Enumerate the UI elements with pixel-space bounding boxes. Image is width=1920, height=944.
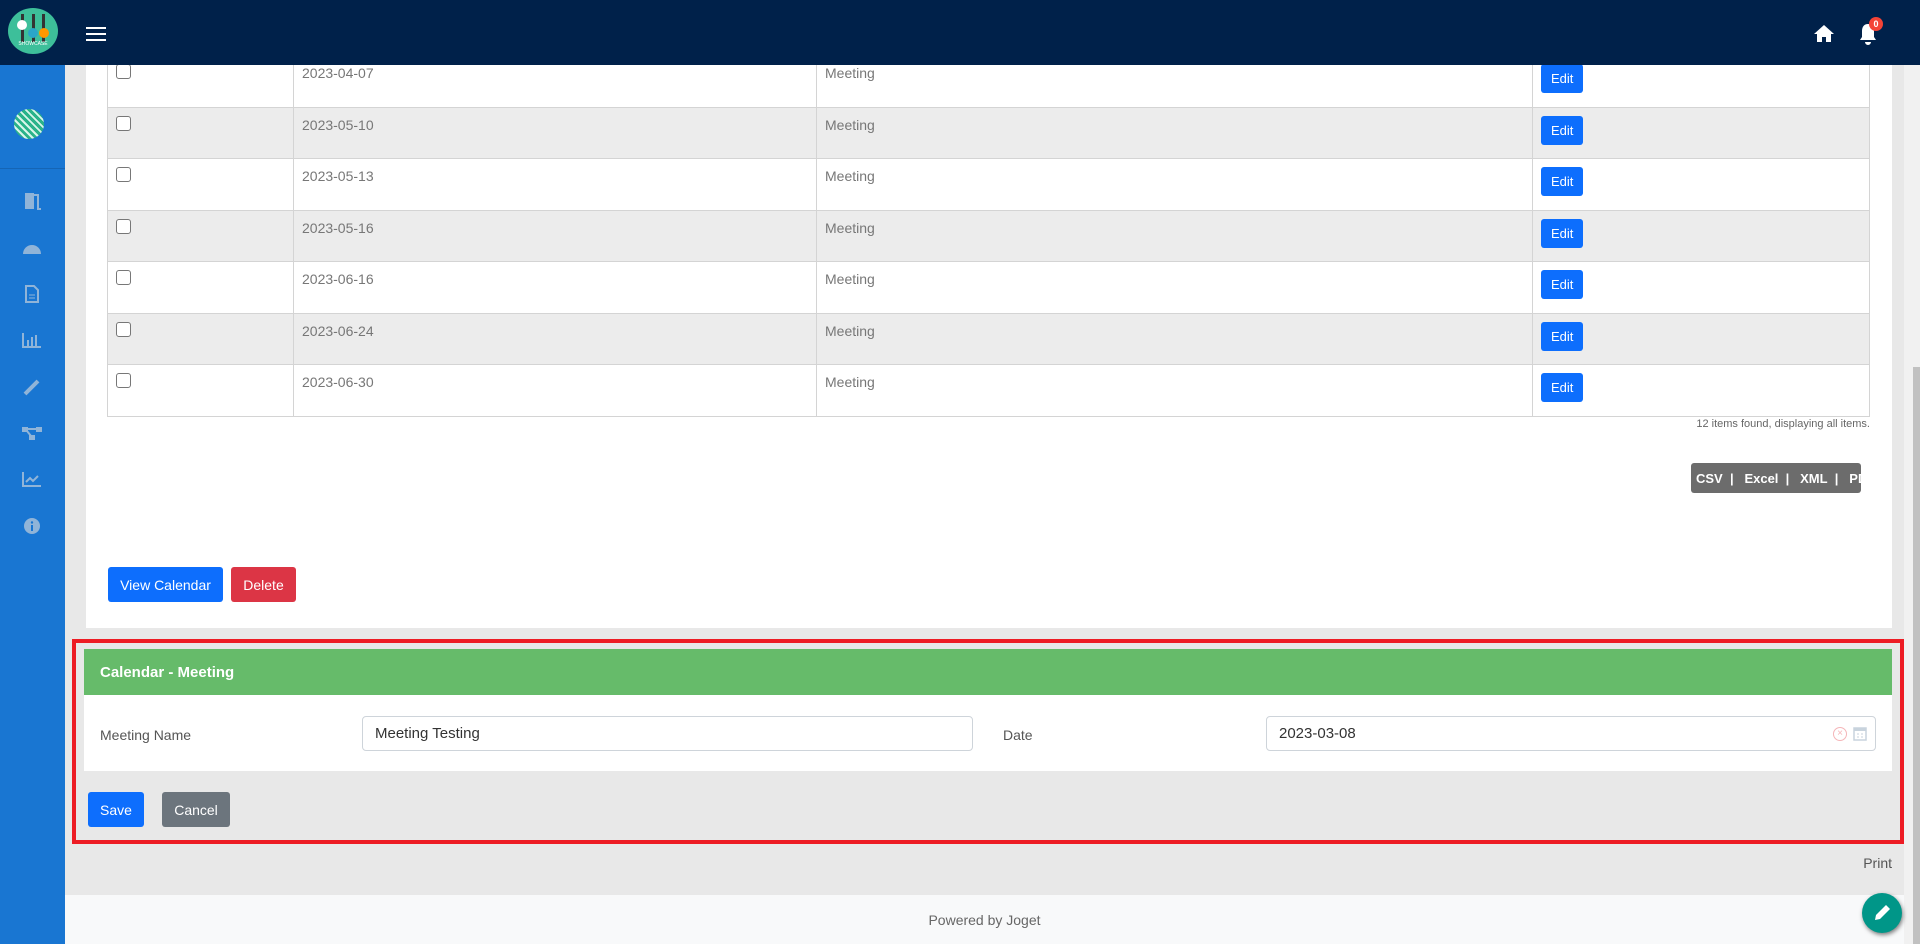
edit-button[interactable]: Edit [1541,373,1584,402]
print-link[interactable]: Print [1830,855,1892,871]
date-cell: 2023-05-13 [293,158,817,211]
hamburger-menu-icon[interactable] [86,27,106,41]
table-row: 2023-05-13 Meeting Edit [107,158,1870,211]
date-cell: 2023-06-24 [293,312,817,365]
delete-button[interactable]: Delete [231,567,296,602]
clear-date-icon[interactable]: × [1833,727,1847,741]
document-icon[interactable] [20,282,44,306]
edit-button[interactable]: Edit [1541,218,1584,248]
row-checkbox[interactable] [116,270,131,285]
info-icon[interactable] [20,514,44,538]
edit-button[interactable]: Edit [1541,270,1584,299]
notification-badge: 0 [1869,17,1883,31]
date-label: Date [1003,727,1033,743]
cancel-button[interactable]: Cancel [162,792,230,827]
scrollbar-thumb[interactable] [1913,367,1920,944]
export-bar: CSV | Excel | XML | PDF [1691,463,1875,493]
footer: Powered by Joget [65,895,1904,944]
pencil-icon [1875,905,1890,920]
form-header: Calendar - Meeting [84,649,1892,695]
calendar-icon[interactable] [1853,725,1867,741]
meeting-table: 2023-04-07 Meeting Edit 2023-05-10 Meeti… [107,55,1870,417]
table-row: 2023-06-16 Meeting Edit [107,261,1870,314]
type-cell: Meeting [816,364,1533,417]
meeting-name-input[interactable] [362,716,973,751]
top-navbar: SHOWCASE 0 [0,0,1920,65]
table-row: 2023-06-24 Meeting Edit [107,312,1870,365]
bar-chart-icon[interactable] [20,328,44,352]
edit-button[interactable]: Edit [1541,321,1584,351]
dashboard-icon[interactable] [20,236,44,260]
edit-button[interactable]: Edit [1541,167,1584,196]
user-avatar[interactable] [14,109,44,139]
export-pdf[interactable]: PDF [1849,471,1875,486]
row-checkbox[interactable] [116,167,131,182]
date-input[interactable] [1266,716,1876,751]
type-cell: Meeting [816,209,1533,262]
edit-fab[interactable] [1862,893,1902,933]
edit-button[interactable]: Edit [1541,64,1584,93]
row-checkbox[interactable] [116,115,131,131]
table-row: 2023-06-30 Meeting Edit [107,364,1870,417]
line-chart-icon[interactable] [20,467,44,491]
sidebar-divider [0,168,65,169]
export-xml[interactable]: XML [1800,471,1827,486]
home-icon[interactable] [1813,24,1835,42]
date-cell: 2023-06-16 [293,261,817,314]
meeting-name-label: Meeting Name [100,727,192,743]
app-logo[interactable]: SHOWCASE [8,8,58,54]
view-calendar-button[interactable]: View Calendar [108,567,223,602]
type-cell: Meeting [816,158,1533,211]
items-summary: 12 items found, displaying all items. [1696,418,1870,430]
row-checkbox[interactable] [116,218,131,234]
row-checkbox[interactable] [116,321,131,337]
row-checkbox[interactable] [116,64,131,79]
sidebar [0,65,65,944]
export-csv[interactable]: CSV [1696,471,1723,486]
export-excel[interactable]: Excel [1744,471,1778,486]
save-button[interactable]: Save [88,792,144,827]
magic-wand-icon[interactable] [20,375,44,399]
door-icon[interactable] [20,189,44,213]
table-row: 2023-05-16 Meeting Edit [107,209,1870,262]
date-cell: 2023-06-30 [293,364,817,417]
type-cell: Meeting [816,106,1533,159]
row-checkbox[interactable] [116,373,131,388]
sitemap-icon[interactable] [20,421,44,445]
type-cell: Meeting [816,312,1533,365]
date-cell: 2023-05-16 [293,209,817,262]
date-cell: 2023-05-10 [293,106,817,159]
table-row: 2023-05-10 Meeting Edit [107,106,1870,159]
edit-button[interactable]: Edit [1541,115,1584,145]
type-cell: Meeting [816,261,1533,314]
